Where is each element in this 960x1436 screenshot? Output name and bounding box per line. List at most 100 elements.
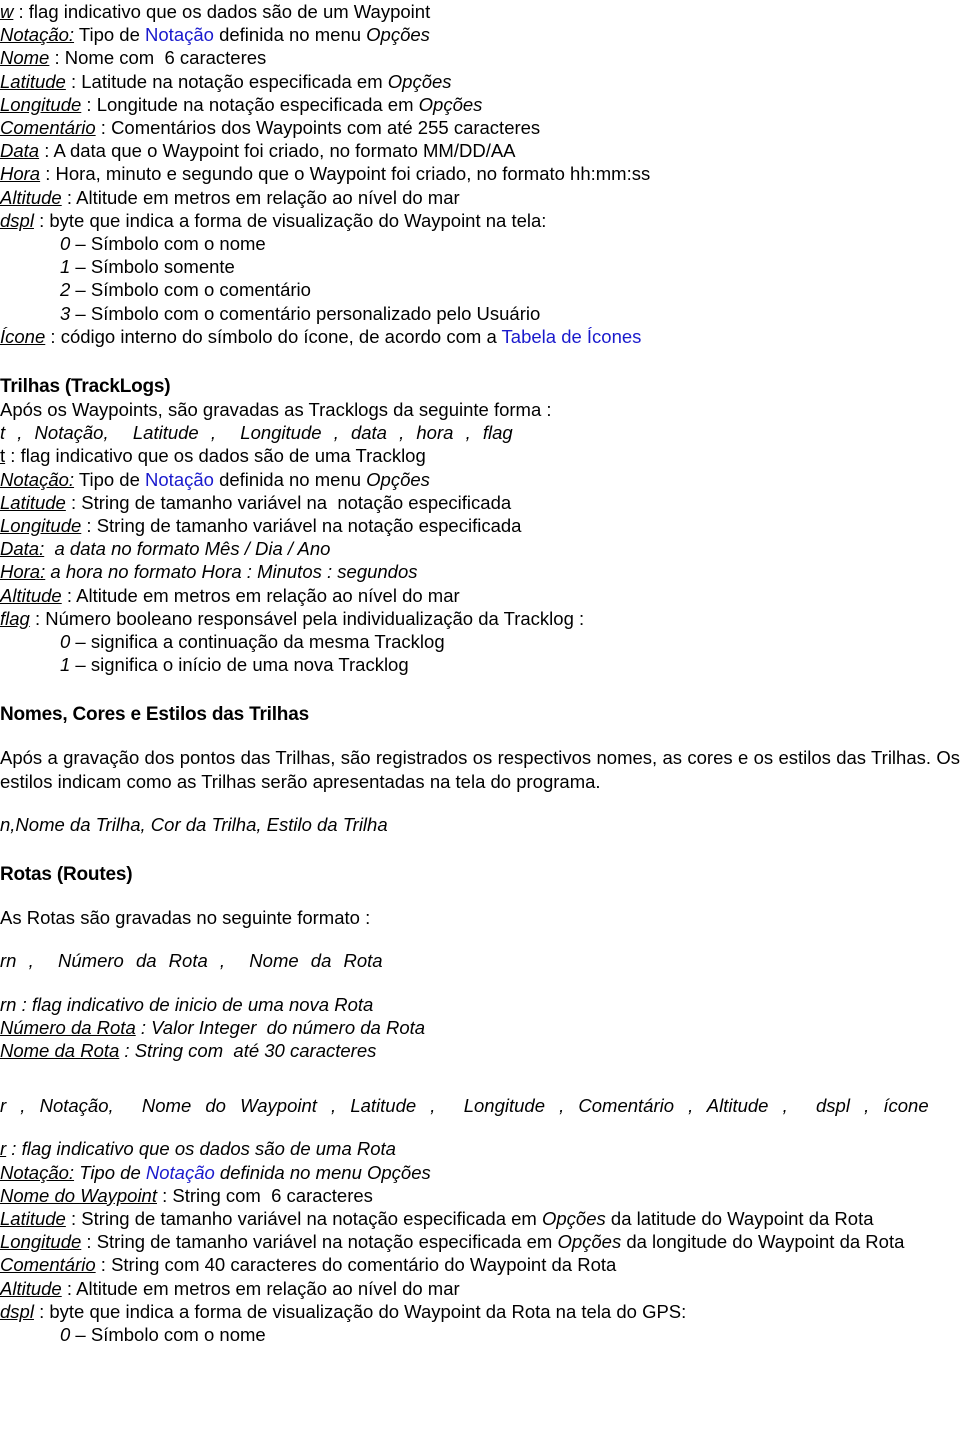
dspl-value-number: 1	[60, 256, 71, 278]
field-label-comentario: Comentário	[0, 117, 96, 139]
field-label-numero-da-rota: Número da Rota	[0, 1016, 136, 1038]
field-label-data: Data	[0, 140, 40, 162]
field-line-nome: Nome : Nome com 6 caracteres	[0, 46, 960, 69]
field-sep: :	[6, 1138, 22, 1160]
field-desc: String com 6 caracteres	[172, 1184, 373, 1206]
field-desc: flag indicativo que os dados são de uma …	[20, 445, 426, 467]
field-sep: :	[157, 1184, 173, 1206]
field-desc-opcoes: Opções	[542, 1207, 606, 1229]
field-line-altitude-rota: Altitude : Altitude em metros em relação…	[0, 1277, 960, 1300]
dspl-value-text: Símbolo com o nome	[90, 233, 266, 255]
field-sep: :	[13, 1, 29, 22]
dspl-value-dash: –	[70, 256, 91, 278]
field-sep: :	[81, 515, 97, 537]
dspl-value-text: Símbolo com o comentário	[90, 279, 311, 301]
field-desc-post: definida no menu	[213, 468, 367, 490]
field-label-longitude: Longitude	[0, 93, 82, 115]
field-label-notacao: Notação:	[0, 1161, 75, 1183]
dspl-value-dash: –	[70, 279, 91, 301]
field-sep: :	[81, 1231, 97, 1253]
field-sep: :	[81, 93, 97, 115]
field-desc: Altitude em metros em relação ao nível d…	[76, 186, 460, 208]
field-sep: :	[65, 1207, 82, 1229]
field-sep: :	[33, 1300, 50, 1322]
field-sep: :	[135, 1016, 152, 1038]
field-desc: Número booleano responsável pela individ…	[45, 607, 585, 629]
field-sep: :	[5, 445, 21, 467]
field-desc-post: da latitude do Waypoint da Rota	[605, 1207, 874, 1229]
field-label-altitude: Altitude	[0, 584, 62, 606]
field-line-r: r : flag indicativo que os dados são de …	[0, 1137, 960, 1160]
dspl-value-number: 0	[60, 1323, 71, 1345]
flag-value-text: significa a continuação da mesma Tracklo…	[90, 631, 445, 653]
field-desc: flag indicativo de inicio de uma nova Ro…	[31, 993, 374, 1015]
field-line-latitude-track: Latitude : String de tamanho variável na…	[0, 491, 960, 514]
field-line-latitude: Latitude : Latitude na notação especific…	[0, 70, 960, 93]
field-line-icone: Ícone : código interno do símbolo do íco…	[0, 325, 960, 348]
field-line-nome-do-waypoint: Nome do Waypoint : String com 6 caracter…	[0, 1184, 960, 1207]
route-waypoint-section: r , Notação, Nome do Waypoint , Latitude…	[0, 1094, 960, 1346]
field-line-longitude-track: Longitude : String de tamanho variável n…	[0, 514, 960, 537]
field-label-rn: rn	[0, 993, 17, 1015]
field-desc: Longitude na notação especificada em	[96, 93, 419, 115]
field-desc: A data que o Waypoint foi criado, no for…	[53, 140, 516, 162]
field-desc-opcoes: Opções	[418, 93, 483, 115]
field-label-flag: flag	[0, 607, 30, 629]
field-line-dspl: dspl : byte que indica a forma de visual…	[0, 209, 960, 232]
field-desc-post: definida no menu Opções	[214, 1161, 431, 1183]
field-desc: código interno do símbolo do ícone, de a…	[60, 325, 502, 347]
field-desc: Latitude na notação especificada em	[81, 70, 388, 92]
field-sep: :	[45, 325, 61, 347]
field-desc: String com até 30 caracteres	[134, 1039, 377, 1061]
link-notacao[interactable]: Notação	[145, 469, 214, 490]
field-desc: a hora no formato Hora : Minutos : segun…	[50, 561, 418, 583]
field-line-flag: flag : Número booleano responsável pela …	[0, 607, 960, 630]
dspl-value-number: 0	[60, 233, 71, 255]
field-desc: byte que indica a forma de visualização …	[49, 209, 547, 231]
field-desc-opcoes: Opções	[366, 24, 430, 46]
field-label-data: Data:	[0, 538, 45, 560]
routes-section: Rotas (Routes) As Rotas são gravadas no …	[0, 863, 960, 1062]
names-paragraph: Após a gravação dos pontos das Trilhas, …	[0, 747, 960, 792]
field-desc-pre: String de tamanho variável na notação es…	[81, 1207, 542, 1229]
field-desc: byte que indica a forma de visualização …	[49, 1300, 687, 1322]
field-label-notacao: Notação:	[0, 24, 75, 46]
field-sep: :	[61, 584, 77, 606]
link-notacao[interactable]: Notação	[146, 1162, 215, 1183]
dspl-value-2: 2 – Símbolo com o comentário	[0, 278, 960, 301]
field-label-comentario: Comentário	[0, 1254, 96, 1276]
field-desc: Hora, minuto e segundo que o Waypoint fo…	[55, 163, 651, 185]
flag-value-dash: –	[70, 631, 91, 653]
field-label-nome: Nome	[0, 47, 50, 69]
heading-rotas: Rotas (Routes)	[0, 864, 133, 886]
field-sep: :	[61, 1277, 77, 1299]
dspl-value-dash: –	[70, 233, 91, 255]
field-desc-post: definida no menu	[213, 24, 367, 46]
link-tabela-de-icones[interactable]: Tabela de Ícones	[502, 326, 642, 347]
field-sep: :	[49, 47, 65, 69]
tracklogs-section: Trilhas (TrackLogs) Após os Waypoints, s…	[0, 375, 960, 676]
link-notacao[interactable]: Notação	[145, 24, 214, 45]
field-line-w: w : flag indicativo que os dados são de …	[0, 0, 960, 23]
field-sep: :	[95, 1254, 112, 1276]
flag-value-0: 0 – significa a continuação da mesma Tra…	[0, 630, 960, 653]
dspl-value-number: 3	[60, 302, 71, 324]
field-line-comentario-rota: Comentário : String com 40 caracteres do…	[0, 1253, 960, 1276]
field-desc-pre: Tipo de	[79, 1161, 146, 1183]
flag-value-text: significa o início de uma nova Tracklog	[90, 654, 409, 676]
dspl-value-dash: –	[70, 1323, 91, 1345]
field-label-hora: Hora	[0, 163, 41, 185]
field-label-w: w	[0, 1, 14, 22]
field-line-altitude: Altitude : Altitude em metros em relação…	[0, 186, 960, 209]
flag-value-number: 0	[60, 631, 71, 653]
field-line-altitude-track: Altitude : Altitude em metros em relação…	[0, 584, 960, 607]
field-label-icone: Ícone	[0, 325, 46, 347]
field-label-dspl: dspl	[0, 209, 34, 231]
field-label-hora: Hora:	[0, 561, 46, 583]
field-label-longitude: Longitude	[0, 1231, 82, 1253]
document-page: w : flag indicativo que os dados são de …	[0, 0, 960, 1346]
